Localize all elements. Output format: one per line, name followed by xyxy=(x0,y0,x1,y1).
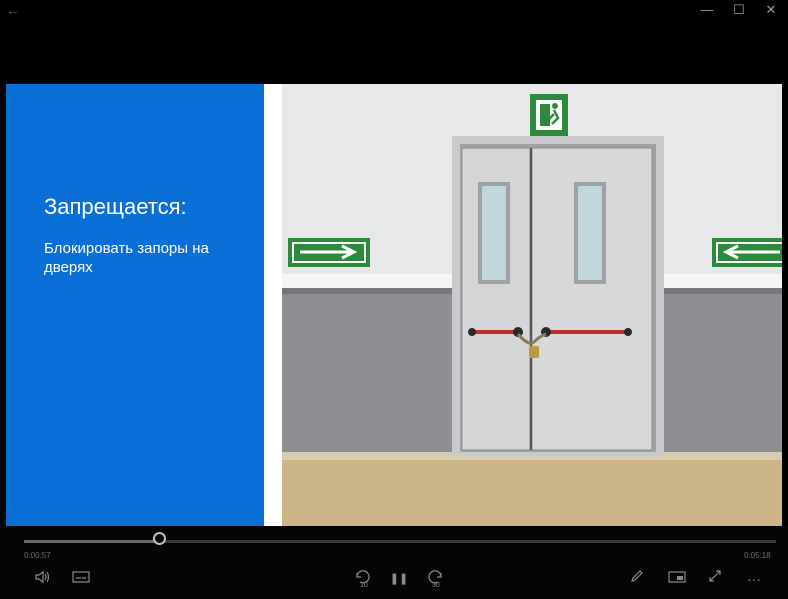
skip-back-label: 10 xyxy=(360,582,368,588)
close-button[interactable]: ✕ xyxy=(756,0,786,22)
video-frame[interactable]: Запрещается: Блокировать запоры на дверя… xyxy=(6,84,782,526)
total-time: 0:05:18 xyxy=(744,551,771,560)
pen-icon[interactable] xyxy=(626,568,648,590)
mini-view-icon[interactable] xyxy=(666,568,688,590)
slide-heading: Запрещается: xyxy=(44,194,187,219)
skip-back-10-icon[interactable]: 10 xyxy=(352,568,374,590)
slide-text: Блокировать запоры на дверях xyxy=(44,240,209,276)
double-door xyxy=(452,136,664,456)
media-player-window: ← — ☐ ✕ Запрещается: Блокировать запоры … xyxy=(0,0,788,599)
fullscreen-icon[interactable] xyxy=(704,568,726,590)
door-illustration xyxy=(282,84,782,526)
exit-sign-icon xyxy=(530,94,568,136)
playback-controls: 0:00:57 0:05:18 10 ❚❚ 30 ··· xyxy=(0,526,788,599)
left-arrow-sign-icon xyxy=(712,238,782,267)
pause-icon[interactable]: ❚❚ xyxy=(388,568,410,590)
right-arrow-sign-icon xyxy=(288,238,370,267)
subtitles-icon[interactable] xyxy=(70,568,92,590)
minimize-button[interactable]: — xyxy=(692,0,722,22)
elapsed-time: 0:00:57 xyxy=(24,551,51,560)
title-bar: ← — ☐ ✕ xyxy=(0,0,788,22)
seek-bar[interactable] xyxy=(24,540,776,543)
maximize-button[interactable]: ☐ xyxy=(724,0,754,22)
volume-icon[interactable] xyxy=(32,568,54,590)
seek-bar-progress xyxy=(24,540,159,543)
slide-text-panel: Запрещается: Блокировать запоры на дверя… xyxy=(6,84,264,526)
seek-thumb[interactable] xyxy=(152,532,166,545)
skip-forward-label: 30 xyxy=(432,582,440,588)
back-button[interactable]: ← xyxy=(6,0,20,20)
more-icon[interactable]: ··· xyxy=(742,568,766,590)
skip-forward-30-icon[interactable]: 30 xyxy=(424,568,446,590)
